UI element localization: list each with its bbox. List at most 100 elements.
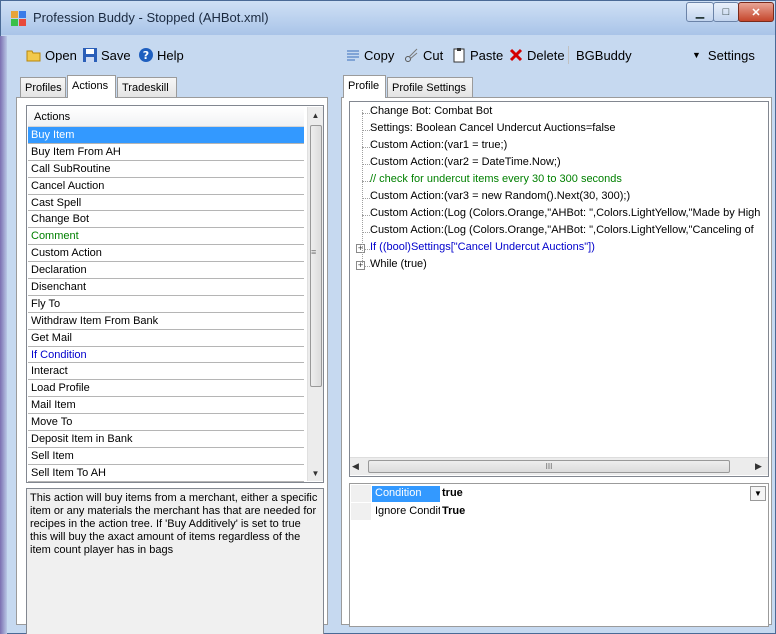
list-item[interactable]: Declaration: [28, 262, 304, 280]
tree-item[interactable]: Change Bot: Combat Bot: [370, 105, 492, 117]
tab-tradeskill[interactable]: Tradeskill: [117, 77, 177, 98]
copy-button[interactable]: Copy: [345, 44, 394, 66]
help-button[interactable]: ? Help: [138, 44, 184, 66]
tree-item[interactable]: Custom Action:(Log (Colors.Orange,"AHBot…: [370, 224, 754, 236]
app-icon: [11, 11, 27, 27]
window-frame-edge: [0, 36, 7, 634]
settings-dropdown[interactable]: ▼ Settings: [692, 44, 755, 66]
minimize-button[interactable]: ▁: [686, 2, 714, 22]
tab-profile[interactable]: Profile: [343, 75, 386, 98]
list-item[interactable]: Call SubRoutine: [28, 161, 304, 178]
list-item[interactable]: Sell Item To AH: [28, 465, 304, 482]
tree-connector: [362, 164, 370, 165]
open-button[interactable]: Open: [26, 44, 77, 66]
property-value[interactable]: True: [442, 505, 465, 517]
list-item[interactable]: Cancel Auction: [28, 178, 304, 195]
property-grid: Condition true ▼ Ignore Condit True: [349, 483, 769, 627]
tree-connector: [362, 198, 370, 199]
scroll-down-icon[interactable]: ▼: [308, 465, 323, 481]
actions-list-rows: Buy Item Buy Item From AH Call SubRoutine C…: [28, 127, 304, 482]
delete-x-icon: [508, 47, 524, 63]
tree-item[interactable]: Custom Action:(var2 = DateTime.Now;): [370, 156, 561, 168]
list-header[interactable]: Actions: [28, 107, 304, 127]
list-item[interactable]: Change Bot: [28, 211, 304, 229]
list-item[interactable]: If Condition: [28, 347, 304, 364]
scroll-right-icon[interactable]: ▶: [755, 461, 762, 472]
expand-plus-icon[interactable]: +: [356, 261, 365, 270]
folder-icon: [26, 47, 42, 63]
settings-label: Settings: [707, 47, 755, 63]
list-item[interactable]: Comment: [28, 228, 304, 246]
scissors-icon: [404, 47, 420, 63]
copy-label: Copy: [364, 47, 395, 63]
tree-item[interactable]: Settings: Boolean Cancel Undercut Auctio…: [370, 122, 616, 134]
clipboard-icon: [451, 47, 467, 63]
property-name: Ignore Condit: [375, 505, 440, 517]
list-item[interactable]: Get Mail: [28, 330, 304, 347]
maximize-button[interactable]: □: [713, 2, 739, 22]
row-gutter: [351, 503, 371, 520]
tree-connector: [362, 232, 370, 233]
title-bar[interactable]: Profession Buddy - Stopped (AHBot.xml) ▁…: [1, 1, 775, 35]
open-label: Open: [45, 47, 77, 63]
paste-label: Paste: [470, 47, 504, 63]
row-gutter: [351, 485, 371, 502]
scroll-grip-icon: ≡: [311, 247, 317, 257]
bot-select-value: BGBuddy: [576, 47, 632, 63]
cut-button[interactable]: Cut: [404, 44, 443, 66]
list-item[interactable]: Move To: [28, 414, 304, 432]
actions-list[interactable]: Actions Buy Item Buy Item From AH Call Sub…: [26, 105, 324, 483]
tree-item[interactable]: // check for undercut items every 30 to …: [370, 173, 622, 185]
list-item[interactable]: Buy Item: [28, 127, 304, 144]
window-title: Profession Buddy - Stopped (AHBot.xml): [33, 10, 269, 25]
delete-button[interactable]: Delete: [508, 44, 565, 66]
help-label: Help: [157, 47, 184, 63]
tree-item[interactable]: Custom Action:(Log (Colors.Orange,"AHBot…: [370, 207, 760, 219]
vertical-scrollbar[interactable]: ▲ ≡ ▼: [307, 107, 323, 481]
action-description: This action will buy items from a mercha…: [26, 488, 324, 634]
help-icon: ?: [138, 47, 154, 63]
cut-label: Cut: [423, 47, 444, 63]
list-item[interactable]: Fly To: [28, 296, 304, 313]
property-row-ignore-condition[interactable]: Ignore Condit True: [350, 503, 776, 520]
list-item[interactable]: Deposit Item in Bank: [28, 431, 304, 448]
tree-item[interactable]: If ((bool)Settings["Cancel Undercut Auct…: [370, 241, 595, 253]
tree-connector: [362, 113, 370, 114]
horizontal-scrollbar[interactable]: ◀ III ▶: [350, 457, 768, 475]
tab-profile-settings[interactable]: Profile Settings: [387, 77, 473, 98]
tree-item[interactable]: Custom Action:(var3 = new Random().Next(…: [370, 190, 630, 202]
save-button[interactable]: Save: [82, 44, 131, 66]
toolbar-separator: [568, 46, 569, 64]
list-item[interactable]: Interact: [28, 363, 304, 381]
tree-item[interactable]: While (true): [370, 258, 427, 270]
list-item[interactable]: Mail Item: [28, 397, 304, 415]
tree-connector: [362, 130, 370, 131]
property-value[interactable]: true: [442, 487, 463, 499]
copy-icon: [345, 47, 361, 63]
hscroll-thumb[interactable]: III: [368, 460, 730, 473]
list-item[interactable]: Load Profile: [28, 380, 304, 398]
tree-item[interactable]: Custom Action:(var1 = true;): [370, 139, 507, 151]
delete-label: Delete: [527, 47, 565, 63]
list-item[interactable]: Withdraw Item From Bank: [28, 313, 304, 330]
expand-plus-icon[interactable]: +: [356, 244, 365, 253]
bot-select-dropdown[interactable]: BGBuddy: [576, 44, 686, 66]
property-row-condition[interactable]: Condition true ▼: [350, 485, 776, 502]
tree-connector: [362, 110, 363, 265]
scroll-up-icon[interactable]: ▲: [308, 107, 323, 123]
tab-profiles[interactable]: Profiles: [20, 77, 66, 98]
tree-connector: [362, 181, 370, 182]
list-item[interactable]: Buy Item From AH: [28, 144, 304, 161]
tree-connector: [362, 215, 370, 216]
save-label: Save: [101, 47, 131, 63]
list-item[interactable]: Sell Item: [28, 448, 304, 465]
list-item[interactable]: Cast Spell: [28, 195, 304, 212]
tab-actions[interactable]: Actions: [67, 75, 116, 98]
close-button[interactable]: ✕: [738, 2, 774, 22]
list-item[interactable]: Disenchant: [28, 279, 304, 296]
dropdown-arrow-icon[interactable]: ▼: [750, 486, 766, 501]
property-name: Condition: [372, 486, 440, 502]
paste-button[interactable]: Paste: [451, 44, 503, 66]
list-item[interactable]: Custom Action: [28, 245, 304, 263]
scroll-left-icon[interactable]: ◀: [352, 461, 359, 472]
